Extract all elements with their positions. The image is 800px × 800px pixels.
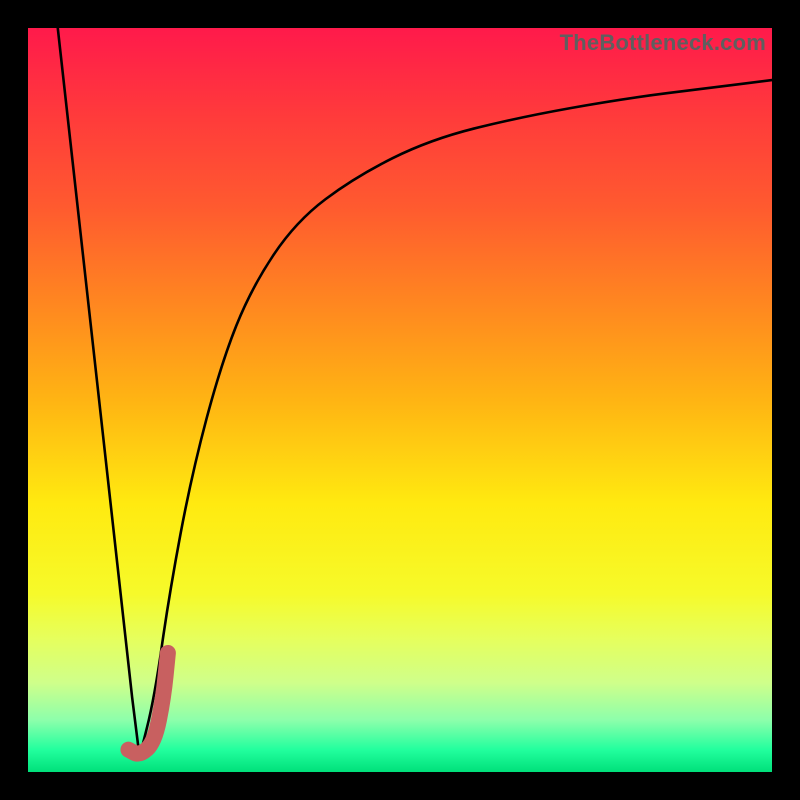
series-accent-hook [128, 653, 167, 754]
plot-area [28, 28, 772, 772]
curves-layer [28, 28, 772, 772]
watermark-text: TheBottleneck.com [560, 30, 766, 56]
chart-frame: TheBottleneck.com [0, 0, 800, 800]
series-left-descent [58, 28, 140, 757]
series-main-curve [140, 80, 772, 757]
